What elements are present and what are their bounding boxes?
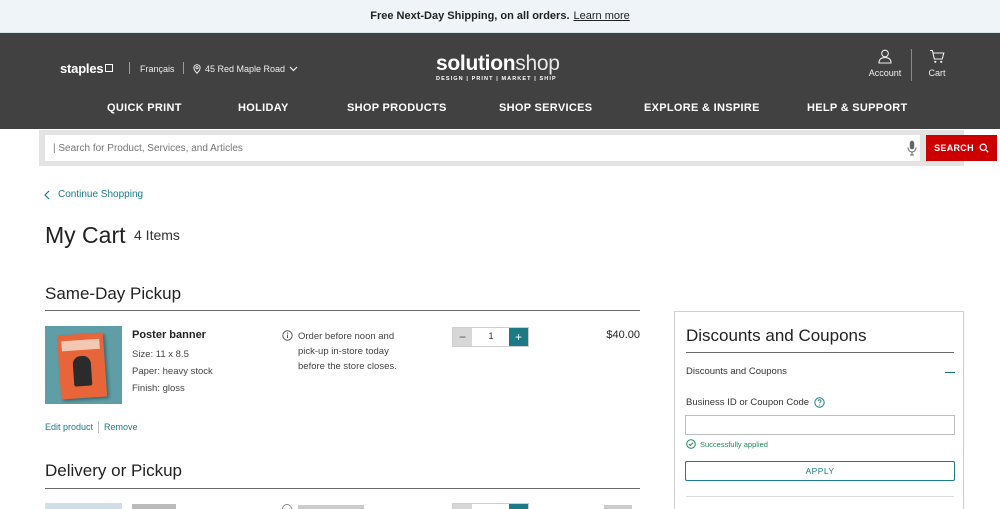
- section-title-same-day-pickup: Same-Day Pickup: [45, 284, 182, 303]
- account-label: Account: [868, 68, 902, 78]
- account-button[interactable]: Account: [866, 49, 904, 78]
- nav-explore-inspire[interactable]: EXPLORE & INSPIRE: [644, 102, 760, 114]
- promo-text: Free Next-Day Shipping, on all orders.: [370, 10, 570, 22]
- info-icon: [282, 504, 292, 509]
- coupon-field-label: Business ID or Coupon Code: [686, 397, 825, 408]
- nav-shop-services[interactable]: SHOP SERVICES: [499, 102, 592, 114]
- product-actions: Edit product Remove: [45, 421, 138, 433]
- coupon-success-message: Successfully applied: [686, 439, 768, 449]
- note-partial: [298, 505, 364, 509]
- promo-bar: Free Next-Day Shipping, on all orders. L…: [0, 0, 1000, 33]
- discounts-panel: Discounts and Coupons Discounts and Coup…: [674, 311, 964, 509]
- remove-link[interactable]: Remove: [104, 422, 138, 432]
- location-pin-icon: [193, 64, 201, 74]
- header-divider: [129, 62, 130, 74]
- search-bar: SEARCH: [39, 130, 997, 166]
- cart-label: Cart: [928, 68, 946, 78]
- search-icon: [979, 143, 989, 153]
- staples-logo-mark: [105, 64, 114, 72]
- chevron-down-icon: [289, 66, 298, 72]
- panel-divider: [686, 496, 954, 497]
- logo-tagline: DESIGN | PRINT | MARKET | SHIP: [436, 76, 557, 82]
- store-location-text: 45 Red Maple Road: [205, 64, 286, 74]
- nav-shop-products[interactable]: SHOP PRODUCTS: [347, 102, 447, 114]
- page-title: My Cart: [45, 222, 126, 248]
- success-text: Successfully applied: [700, 439, 768, 449]
- main-nav: QUICK PRINT HOLIDAY SHOP PRODUCTS SHOP S…: [0, 102, 1000, 122]
- continue-shopping-link[interactable]: Continue Shopping: [44, 189, 143, 200]
- site-header: staples Français 45 Red Maple Road solut…: [0, 33, 1000, 129]
- help-icon[interactable]: [814, 397, 825, 408]
- pickup-note: Order before noon and pick-up in-store t…: [298, 331, 397, 372]
- language-toggle[interactable]: Français: [140, 64, 175, 74]
- quantity-stepper: [452, 503, 529, 509]
- quantity-increase-button[interactable]: [509, 504, 528, 509]
- logo-light-text: shop: [515, 52, 560, 75]
- chevron-left-icon: [44, 190, 50, 199]
- product-thumbnail[interactable]: [45, 326, 122, 404]
- product-image-figure: [72, 355, 93, 387]
- edit-product-link[interactable]: Edit product: [45, 422, 93, 432]
- panel-divider: [686, 352, 954, 353]
- header-divider: [183, 62, 184, 74]
- product-image-cover: [56, 332, 108, 400]
- product-name[interactable]: Poster banner: [132, 329, 206, 341]
- staples-logo[interactable]: staples: [60, 61, 114, 76]
- nav-quick-print[interactable]: QUICK PRINT: [107, 102, 182, 114]
- staples-logo-text: staples: [60, 61, 104, 76]
- cart-button[interactable]: Cart: [924, 49, 950, 78]
- section-divider: [45, 310, 640, 311]
- section-title-delivery-or-pickup: Delivery or Pickup: [45, 461, 182, 480]
- learn-more-link[interactable]: Learn more: [574, 10, 630, 22]
- quantity-decrease-button[interactable]: [453, 504, 472, 509]
- header-divider: [911, 49, 912, 81]
- continue-shopping-label: Continue Shopping: [58, 189, 144, 200]
- store-location-selector[interactable]: 45 Red Maple Road: [193, 64, 298, 74]
- collapse-icon[interactable]: [945, 372, 955, 373]
- check-circle-icon: [686, 439, 696, 449]
- link-divider: [98, 421, 100, 433]
- microphone-icon[interactable]: [907, 140, 917, 156]
- search-button[interactable]: SEARCH: [926, 135, 997, 161]
- product-spec-size: Size: 11 x 8.5: [132, 349, 189, 360]
- nav-holiday[interactable]: HOLIDAY: [238, 102, 289, 114]
- cart-item-count: 4 Items: [134, 227, 180, 243]
- product-spec-paper: Paper: heavy stock: [132, 366, 213, 377]
- product-thumbnail[interactable]: [45, 503, 122, 509]
- coupon-code-input[interactable]: [685, 415, 955, 435]
- product-price-partial: [604, 505, 632, 509]
- user-icon: [878, 49, 892, 64]
- apply-coupon-button[interactable]: APPLY: [685, 461, 955, 481]
- cart-icon: [930, 49, 945, 63]
- quantity-value[interactable]: 1: [472, 328, 510, 346]
- discounts-accordion-header[interactable]: Discounts and Coupons: [686, 366, 787, 377]
- coupon-field-label-text: Business ID or Coupon Code: [686, 397, 810, 408]
- search-button-label: SEARCH: [934, 143, 974, 153]
- logo-bold-text: solution: [436, 52, 516, 75]
- quantity-decrease-button[interactable]: −: [453, 328, 472, 346]
- product-name-partial: [132, 504, 176, 509]
- solutionshop-logo[interactable]: solutionshop DESIGN | PRINT | MARKET | S…: [436, 53, 576, 83]
- discounts-title: Discounts and Coupons: [686, 326, 867, 345]
- product-image-band: [61, 338, 100, 352]
- product-spec-finish: Finish: gloss: [132, 383, 185, 394]
- product-price: $40.00: [606, 329, 640, 341]
- nav-help-support[interactable]: HELP & SUPPORT: [807, 102, 908, 114]
- quantity-stepper: − 1 +: [452, 327, 529, 347]
- search-input[interactable]: [45, 135, 920, 161]
- quantity-increase-button[interactable]: +: [509, 328, 528, 346]
- solutionshop-wordmark: solutionshop: [436, 53, 576, 75]
- info-icon: [282, 330, 293, 341]
- section-divider: [45, 488, 640, 489]
